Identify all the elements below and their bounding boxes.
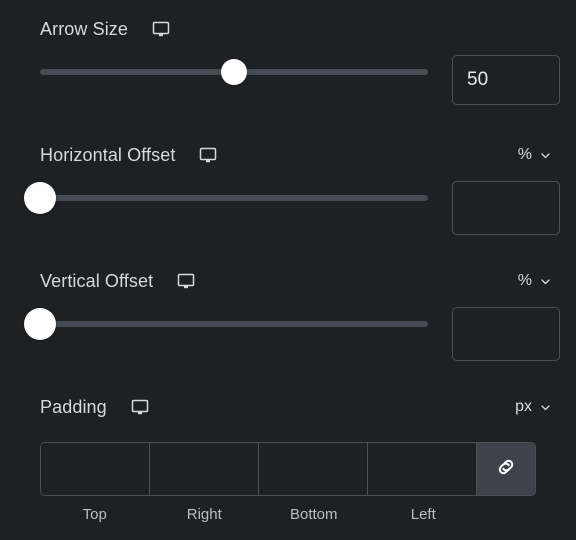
control-label: Vertical Offset — [40, 270, 154, 291]
control-header: Padding px — [0, 392, 576, 422]
padding-cell-left[interactable] — [368, 443, 477, 495]
padding-input-right[interactable] — [150, 443, 258, 495]
padding-input-bottom[interactable] — [259, 443, 367, 495]
unit-selector[interactable]: px — [515, 398, 552, 416]
unit-value: % — [517, 146, 532, 163]
control-label: Padding — [40, 396, 107, 417]
control-header: Vertical Offset % — [0, 266, 576, 296]
padding-input-top[interactable] — [41, 443, 149, 495]
padding-label-right: Right — [186, 506, 222, 523]
slider-track[interactable] — [24, 321, 428, 327]
vertical-offset-slider[interactable] — [24, 308, 428, 340]
control-horizontal-offset: Horizontal Offset % — [0, 140, 576, 235]
monitor-icon[interactable] — [197, 144, 219, 166]
padding-fields-group — [40, 442, 536, 496]
unit-selector[interactable]: % — [518, 146, 552, 164]
slider-row — [0, 296, 576, 361]
control-label: Arrow Size — [40, 18, 129, 39]
unit-value: % — [517, 272, 532, 289]
padding-input-left[interactable] — [368, 443, 476, 495]
unit-value: px — [515, 398, 532, 415]
slider-handle[interactable] — [24, 308, 56, 340]
slider-handle[interactable] — [24, 182, 56, 214]
padding-labels: Top Right Bottom Left — [40, 506, 536, 523]
padding-label-left: Left — [410, 506, 436, 523]
control-header: Arrow Size — [0, 14, 576, 44]
vertical-offset-input[interactable] — [452, 307, 560, 361]
padding-label-bottom: Bottom — [289, 506, 338, 523]
padding-cell-right[interactable] — [150, 443, 259, 495]
unit-selector[interactable]: % — [518, 272, 552, 290]
horizontal-offset-input[interactable] — [452, 181, 560, 235]
slider-track[interactable] — [24, 195, 428, 201]
padding-label-top: Top — [82, 506, 107, 523]
link-values-toggle[interactable] — [477, 443, 535, 495]
chevron-down-icon — [539, 401, 552, 414]
monitor-icon[interactable] — [150, 18, 172, 40]
chevron-down-icon — [539, 149, 552, 162]
widget-settings-panel: Arrow Size Horizontal Offset — [0, 0, 576, 540]
padding-label-spacer — [478, 506, 536, 523]
padding-cell-top[interactable] — [41, 443, 150, 495]
horizontal-offset-slider[interactable] — [24, 182, 428, 214]
slider-row — [0, 170, 576, 235]
control-padding: Padding px Top Right Bottom Left — [0, 392, 576, 523]
monitor-icon[interactable] — [129, 396, 151, 418]
control-header: Horizontal Offset % — [0, 140, 576, 170]
slider-handle[interactable] — [221, 59, 247, 85]
arrow-size-input[interactable] — [452, 55, 560, 105]
monitor-icon[interactable] — [175, 270, 197, 292]
control-label: Horizontal Offset — [40, 144, 176, 165]
control-vertical-offset: Vertical Offset % — [0, 266, 576, 361]
arrow-size-slider[interactable] — [40, 59, 428, 85]
padding-cell-bottom[interactable] — [259, 443, 368, 495]
control-arrow-size: Arrow Size — [0, 14, 576, 105]
chevron-down-icon — [539, 275, 552, 288]
slider-row — [0, 44, 576, 105]
link-icon — [493, 454, 519, 485]
